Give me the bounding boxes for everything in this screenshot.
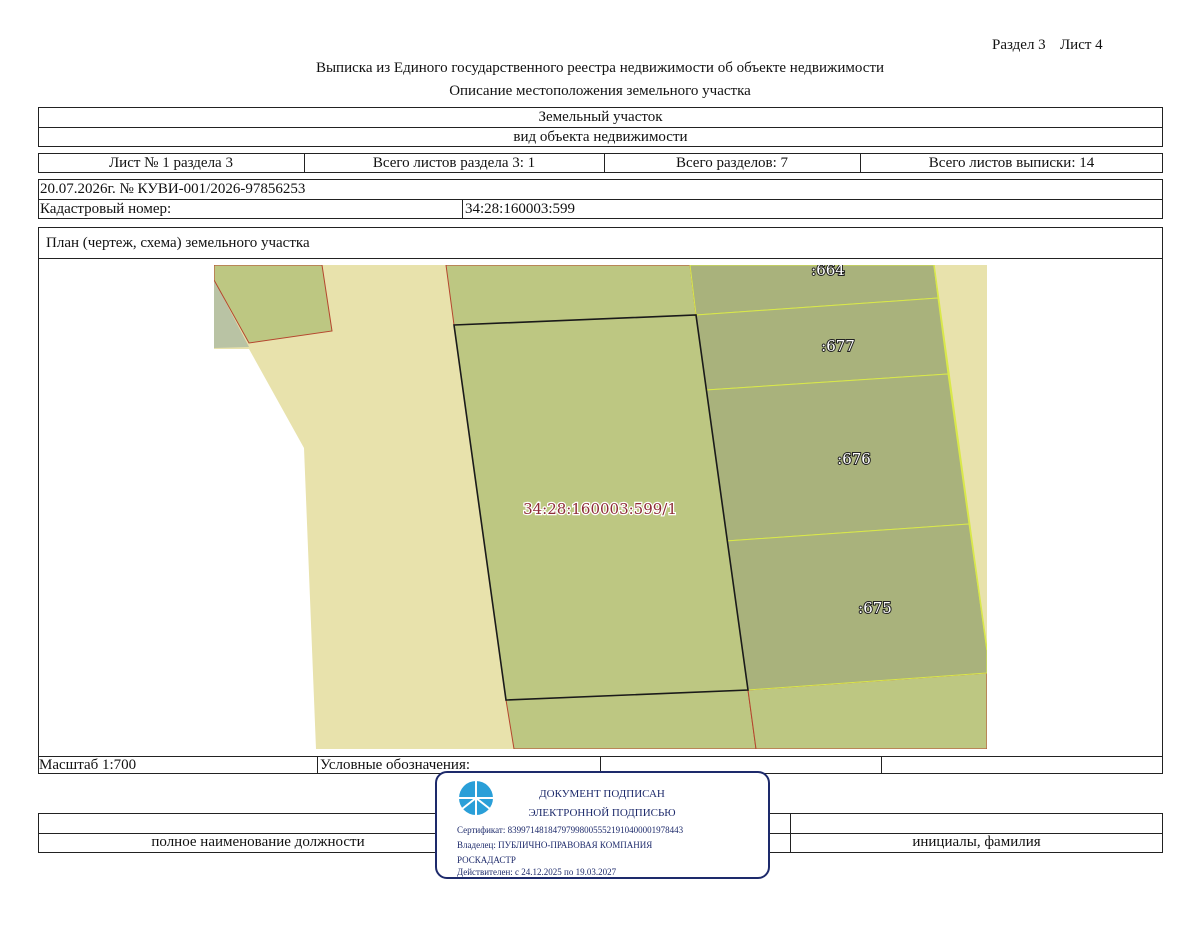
document-subtitle: Описание местоположения земельного участ… bbox=[449, 83, 751, 99]
neighbor-plot-675 bbox=[725, 523, 987, 691]
name-caption: инициалы, фамилия bbox=[912, 834, 1041, 850]
stamp-certificate: Сертификат: 8399714818479799800555219104… bbox=[457, 825, 684, 835]
stamp-owner-line1: Владелец: ПУБЛИЧНО-ПРАВОВАЯ КОМПАНИЯ bbox=[457, 840, 653, 850]
stamp-validity: Действителен: с 24.12.2025 по 19.03.2027 bbox=[457, 867, 617, 877]
record-date-number: 20.07.2026г. № КУВИ-001/2026-97856253 bbox=[40, 181, 306, 197]
object-type-caption: вид объекта недвижимости bbox=[513, 129, 688, 145]
sections-total: Всего разделов: 7 bbox=[675, 155, 789, 171]
section-sheets-total: Всего листов раздела 3: 1 bbox=[372, 155, 536, 171]
object-type-value: Земельный участок bbox=[538, 109, 663, 125]
cadastral-number: 34:28:160003:599 bbox=[465, 201, 576, 217]
plan-title: План (чертеж, схема) земельного участка bbox=[46, 235, 310, 251]
neighbor-label-677: :677 bbox=[821, 337, 855, 355]
neighbor-label-664: :664 bbox=[811, 265, 845, 279]
stamp-owner-line2: РОСКАДАСТР bbox=[457, 855, 516, 865]
stamp-line1: ДОКУМЕНТ ПОДПИСАН bbox=[539, 788, 665, 800]
e-signature-stamp: ДОКУМЕНТ ПОДПИСАН ЭЛЕКТРОННОЙ ПОДПИСЬЮ С… bbox=[435, 771, 770, 879]
stamp-line2: ЭЛЕКТРОННОЙ ПОДПИСЬЮ bbox=[528, 807, 676, 819]
position-caption: полное наименование должности bbox=[151, 834, 365, 850]
sheet-number: Лист 4 bbox=[1060, 37, 1103, 53]
neighbor-label-675: :675 bbox=[858, 599, 892, 617]
cadastral-label: Кадастровый номер: bbox=[40, 201, 172, 217]
extract-sheets-total: Всего листов выписки: 14 bbox=[928, 155, 1095, 171]
cadastral-map: 34:28:160003:599/1 :664 :677 :676 :675 bbox=[214, 265, 987, 749]
sheet-no: Лист № 1 раздела 3 bbox=[109, 155, 233, 171]
scale-label: Масштаб 1:700 bbox=[39, 757, 137, 773]
section-number: Раздел 3 bbox=[992, 37, 1046, 53]
parcel-label: 34:28:160003:599/1 bbox=[523, 500, 677, 518]
document-title: Выписка из Единого государственного реес… bbox=[315, 60, 885, 76]
neighbor-label-676: :676 bbox=[837, 450, 871, 468]
